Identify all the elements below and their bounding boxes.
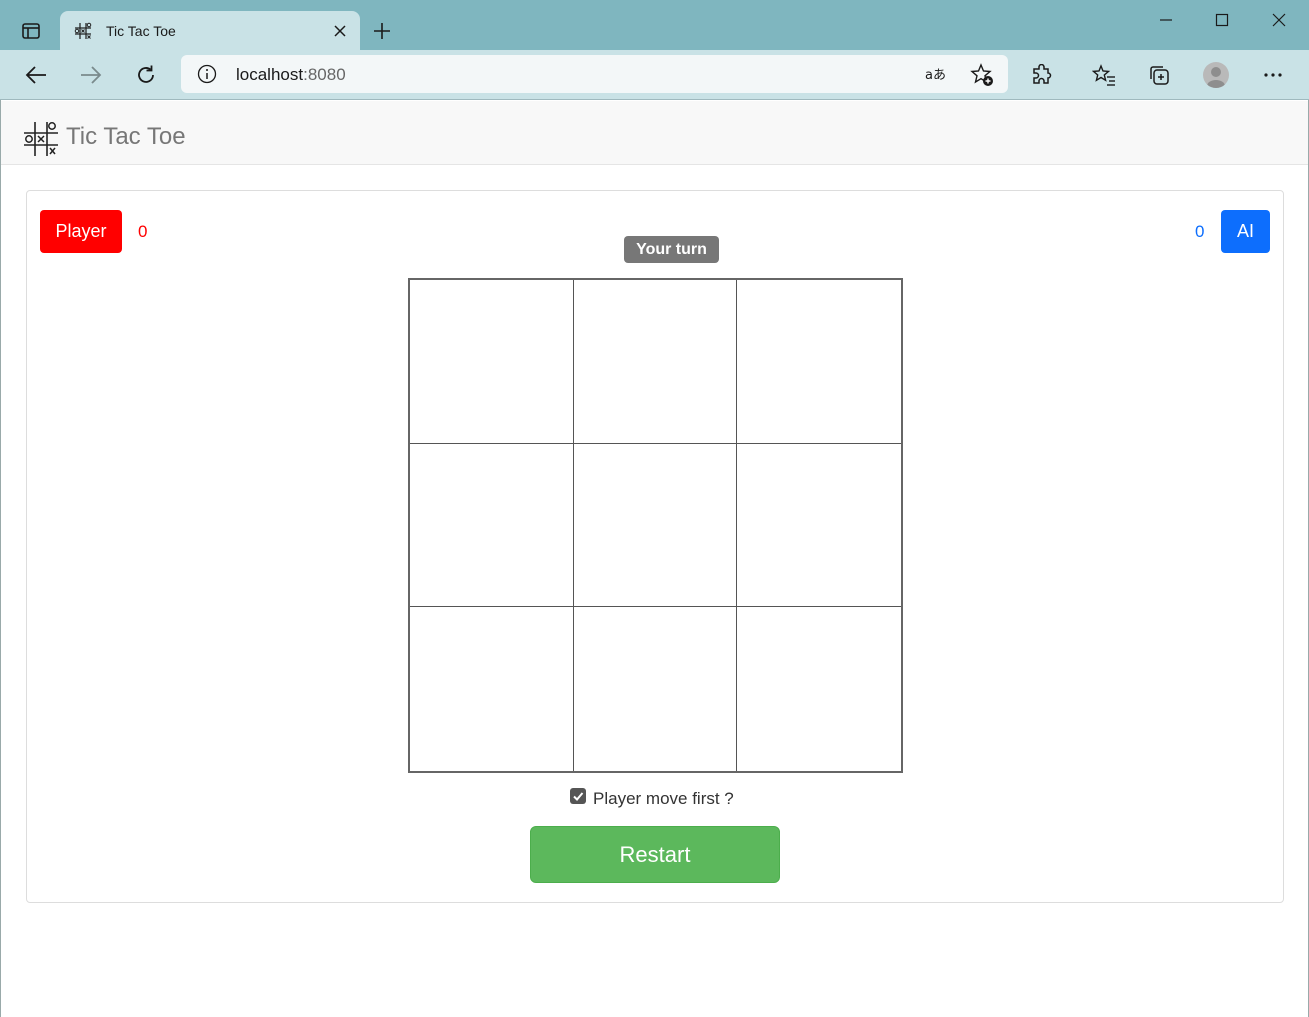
tab-actions-icon[interactable] (14, 16, 48, 46)
board-cell-2[interactable] (573, 280, 738, 444)
ai-button[interactable]: AI (1221, 210, 1270, 253)
svg-text:aあ: aあ (925, 68, 946, 83)
minimize-icon[interactable] (1146, 6, 1186, 34)
browser-titlebar: Tic Tac Toe (0, 0, 1309, 51)
extensions-icon[interactable] (1024, 58, 1060, 92)
browser-toolbar: localhost:8080 aあ (0, 50, 1309, 100)
maximize-icon[interactable] (1202, 6, 1242, 34)
window-border-left (0, 100, 1, 1017)
player-first-label[interactable]: Player move first ? (593, 789, 734, 809)
player-first-checkbox[interactable] (570, 788, 586, 804)
board-cell-7[interactable] (410, 607, 574, 771)
board-cell-9[interactable] (737, 607, 901, 771)
ai-score: 0 (1195, 222, 1205, 241)
restart-button[interactable]: Restart (530, 826, 780, 883)
player-score: 0 (138, 222, 148, 241)
address-bar[interactable]: localhost:8080 aあ (181, 55, 1008, 93)
back-icon[interactable] (18, 58, 54, 92)
tab-close-icon[interactable] (326, 17, 354, 45)
player-first-option: Player move first ? (570, 788, 734, 809)
board-cell-4[interactable] (410, 443, 574, 608)
player-button[interactable]: Player (40, 210, 122, 253)
forward-icon[interactable] (73, 58, 109, 92)
board-cell-5[interactable] (573, 443, 738, 608)
url-text[interactable]: localhost:8080 (236, 65, 346, 85)
site-info-icon[interactable] (197, 64, 217, 84)
new-tab-icon[interactable] (367, 16, 397, 46)
board-cell-8[interactable] (573, 607, 738, 771)
app-navbar: Tic Tac Toe (1, 101, 1308, 165)
url-port: :8080 (303, 65, 346, 84)
tictactoe-favicon-icon (74, 21, 94, 41)
tab-title: Tic Tac Toe (106, 23, 176, 39)
brand-title[interactable]: Tic Tac Toe (66, 123, 186, 151)
collections-icon[interactable] (1141, 58, 1177, 92)
profile-avatar[interactable] (1203, 62, 1229, 88)
browser-tab[interactable]: Tic Tac Toe (60, 11, 360, 51)
refresh-icon[interactable] (128, 58, 164, 92)
add-favorite-icon[interactable] (970, 63, 994, 87)
board-cell-3[interactable] (737, 280, 901, 444)
window-close-icon[interactable] (1259, 6, 1299, 34)
board-cell-1[interactable] (410, 280, 574, 444)
favorites-icon[interactable] (1086, 58, 1122, 92)
game-board (408, 278, 903, 773)
turn-status-badge: Your turn (624, 236, 719, 263)
more-menu-icon[interactable] (1255, 58, 1291, 92)
tictactoe-logo-icon[interactable] (23, 120, 59, 158)
board-cell-6[interactable] (737, 443, 901, 608)
url-host: localhost (236, 65, 304, 84)
read-aloud-translate-icon[interactable]: aあ (925, 64, 949, 84)
